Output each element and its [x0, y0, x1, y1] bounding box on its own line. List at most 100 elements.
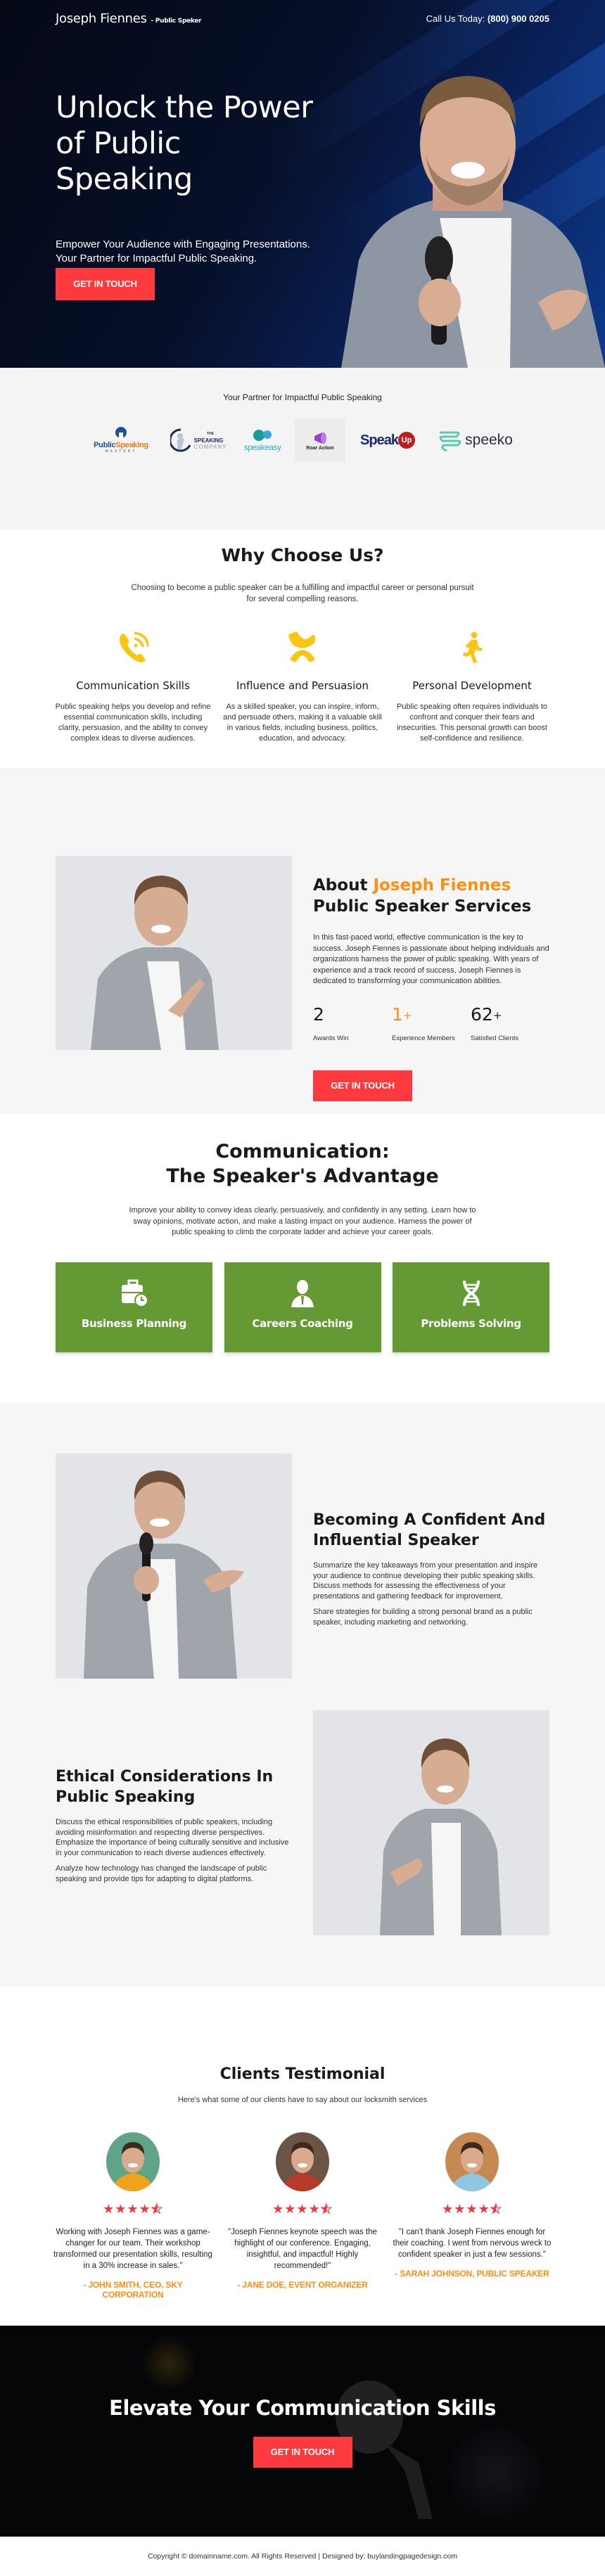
cta-section: Elevate Your Communication Skills GET IN…: [0, 2326, 605, 2537]
testimonial-author: - JOHN SMITH, CEO, SKY CORPORATION: [83, 2280, 183, 2300]
partner-logos: PublicSpeaking MASTERY THE SPEAKING COMP…: [0, 418, 605, 463]
speaker-with-microphone-photo: [341, 76, 605, 368]
why-item-text: As a skilled speaker, you can inspire, i…: [223, 703, 382, 743]
partner-logo-roar-action[interactable]: Roar Action: [295, 419, 345, 461]
handshake-icon: [288, 632, 316, 662]
service-card-problems-solving[interactable]: Problems Solving: [393, 1262, 549, 1352]
testimonial-quote: "I can't thank Joseph Fiennes enough for…: [393, 2228, 552, 2259]
stat-value: 1: [392, 1004, 403, 1025]
feature-paragraph: Summarize the key takeaways from your pr…: [313, 1561, 538, 1601]
service-card-careers-coaching[interactable]: Careers Coaching: [224, 1262, 381, 1352]
partner-logo-public-speaking-mastery[interactable]: PublicSpeaking MASTERY: [85, 419, 157, 461]
speaker-figure-icon: [170, 428, 191, 452]
rating-stars: ★★★★★: [391, 2202, 553, 2217]
logo-text: Public: [94, 441, 116, 449]
chat-bubbles-icon: [253, 430, 272, 441]
feature-paragraph: Discuss the ethical responsibilities of …: [56, 1818, 289, 1857]
testimonial-quote: "Joseph Fiennes keynote speech was the h…: [228, 2228, 377, 2270]
about-name: Joseph Fiennes: [373, 876, 511, 895]
phone-label: Call Us Today:: [426, 13, 485, 24]
feature-paragraph: Share strategies for building a strong p…: [313, 1608, 533, 1627]
stat-label: Awards Win: [313, 1034, 349, 1042]
rating-stars: ★★★★★: [52, 2202, 214, 2217]
testimonial-card: ★★★★★ "I can't thank Joseph Fiennes enoug…: [391, 2132, 553, 2300]
partner-logo-speeko[interactable]: speeko: [430, 419, 520, 461]
service-card-business-planning[interactable]: Business Planning: [56, 1262, 212, 1352]
speeko-wave-icon: [439, 431, 461, 452]
feature-title: Ethical Considerations In Public Speakin…: [56, 1768, 274, 1806]
feature-ethical-considerations: Ethical Considerations In Public Speakin…: [56, 1767, 295, 1884]
why-item: Influence and Persuasion As a skilled sp…: [222, 630, 383, 744]
communication-lead: Improve your ability to convey ideas cle…: [129, 1206, 476, 1236]
logo-text: speakeasy: [243, 442, 281, 452]
brand-name: Joseph Fiennes: [56, 11, 147, 26]
cta-title: Elevate Your Communication Skills: [109, 2396, 496, 2420]
stat-label: Satisfied Clients: [471, 1034, 519, 1042]
logo-text: SPEAKING: [193, 437, 224, 444]
footer-copyright: Copyright © domainname.com. All Rights R…: [147, 2552, 458, 2561]
logo-text: Up: [397, 432, 415, 449]
about-get-in-touch-button[interactable]: GET IN TOUCH: [313, 1070, 412, 1101]
logo-text: MASTERY: [105, 449, 137, 454]
partners-section: Your Partner for Impactful Public Speaki…: [0, 368, 605, 530]
star-icons: ★★★★: [442, 2202, 490, 2216]
briefcase-clock-icon: [121, 1279, 148, 1307]
why-title: Why Choose Us?: [221, 545, 384, 565]
testimonials-title: Clients Testimonial: [219, 2065, 386, 2083]
testimonials-section: Clients Testimonial Here's what some of …: [0, 1987, 605, 2326]
service-card-label: Problems Solving: [421, 1316, 521, 1330]
client-avatar: [445, 2132, 499, 2191]
half-star-icon: ★: [490, 2202, 502, 2217]
why-item-title: Personal Development: [412, 679, 532, 692]
hero-subtitle: Empower Your Audience with Engaging Pres…: [56, 238, 310, 264]
speaker-presenting-photo: [56, 1454, 292, 1679]
client-avatar: [106, 2132, 160, 2191]
why-item-text: Public speaking often requires individua…: [396, 703, 548, 743]
testimonial-card: ★★★★★ "Joseph Fiennes keynote speech was …: [222, 2132, 383, 2300]
features-section: Becoming A Confident And Influential Spe…: [0, 1403, 605, 1987]
partners-title: Your Partner for Impactful Public Speaki…: [223, 392, 382, 402]
microphone-icon: [115, 427, 127, 440]
star-icons: ★★★★: [103, 2202, 151, 2216]
phone-contact[interactable]: Call Us Today: (800) 900 0205: [426, 13, 549, 24]
communication-title: Communication: The Speaker's Advantage: [166, 1141, 439, 1187]
partner-logo-speakeasy[interactable]: speakeasy: [240, 419, 285, 461]
why-item: Personal Development Public speaking oft…: [391, 630, 553, 744]
why-lead: Choosing to become a public speaker can …: [131, 584, 474, 603]
feature-paragraph: Analyze how technology has changed the l…: [56, 1864, 267, 1883]
dna-icon: [462, 1280, 480, 1306]
top-bar: Joseph Fiennes - Public Speker Call Us To…: [56, 11, 549, 26]
phone-call-icon: [120, 632, 148, 662]
stat-label: Experience Members: [392, 1034, 455, 1042]
about-text: In this fast-paced world, effective comm…: [313, 933, 549, 985]
speaker-handshake-photo: [313, 1710, 549, 1935]
about-section: About Joseph Fiennes Public Speaker Servi…: [0, 768, 605, 1114]
service-card-label: Business Planning: [81, 1316, 187, 1330]
logo-text: Speak: [360, 432, 399, 448]
rating-stars: ★★★★★: [222, 2202, 383, 2217]
about-title: About Joseph Fiennes Public Speaker Servi…: [313, 876, 532, 916]
cta-get-in-touch-button[interactable]: GET IN TOUCH: [253, 2437, 352, 2468]
speaker-pointing-photo: [56, 856, 292, 1050]
stat-awards: 2 Awards Win: [313, 1004, 392, 1042]
testimonials-lead: Here's what some of our clients have to …: [177, 2096, 428, 2104]
testimonial-author: - SARAH JOHNSON, PUBLIC SPEAKER: [395, 2269, 549, 2279]
why-item-text: Public speaking helps you develop and re…: [55, 703, 211, 743]
partner-logo-speakup[interactable]: Speak Up: [355, 419, 420, 461]
partner-logo-speaking-company[interactable]: THE SPEAKING COMPANY: [167, 419, 230, 461]
brand-tagline: - Public Speker: [151, 18, 202, 25]
why-item-title: Influence and Persuasion: [236, 679, 369, 692]
hero-get-in-touch-button[interactable]: GET IN TOUCH: [56, 268, 155, 300]
feature-confident-speaker: Becoming A Confident And Influential Spe…: [313, 1510, 552, 1627]
communication-section: Communication: The Speaker's Advantage Im…: [0, 1114, 605, 1403]
testimonial-card: ★★★★★ Working with Joseph Fiennes was a g…: [52, 2132, 214, 2300]
stat-value: 62: [471, 1004, 493, 1025]
about-stats: 2 Awards Win 1+ Experience Members 62+ S…: [313, 1004, 549, 1042]
stat-value: 2: [313, 1004, 324, 1025]
testimonial-quote: Working with Joseph Fiennes was a game-c…: [53, 2228, 212, 2270]
phone-number: (800) 900 0205: [487, 13, 549, 24]
brand-logo[interactable]: Joseph Fiennes - Public Speker: [56, 11, 202, 26]
logo-text: Speaking: [115, 441, 148, 449]
person-tie-icon: [291, 1279, 314, 1307]
why-choose-us-section: Why Choose Us? Choosing to become a publ…: [0, 530, 605, 768]
